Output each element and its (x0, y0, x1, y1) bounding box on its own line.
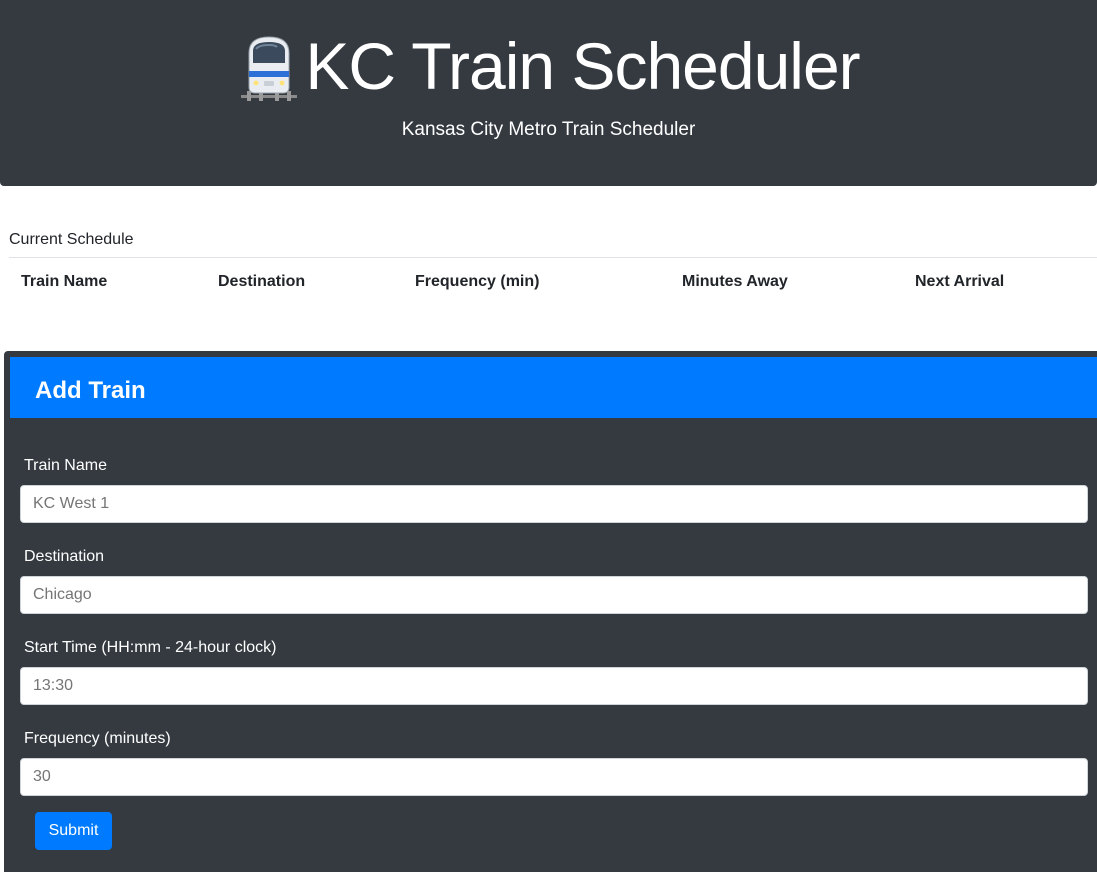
destination-input[interactable] (20, 576, 1088, 614)
column-header-minutes-away: Minutes Away (682, 273, 788, 290)
frequency-label: Frequency (minutes) (24, 730, 171, 747)
train-name-label: Train Name (24, 457, 107, 474)
page-header: KC Train Scheduler Kansas City Metro Tra… (0, 0, 1097, 186)
page-title: KC Train Scheduler (305, 29, 860, 103)
column-header-next-arrival: Next Arrival (915, 273, 1005, 290)
start-time-input[interactable] (20, 667, 1088, 705)
start-time-label: Start Time (HH:mm - 24-hour clock) (24, 639, 277, 656)
train-name-input[interactable] (20, 485, 1088, 523)
column-header-frequency: Frequency (min) (415, 273, 540, 290)
schedule-caption: Current Schedule (9, 231, 134, 248)
train-icon (241, 36, 298, 101)
schedule-divider (9, 257, 1097, 258)
add-train-card: Add Train Train Name Destination Start T… (4, 351, 1097, 872)
destination-label: Destination (24, 548, 105, 565)
column-header-train-name: Train Name (21, 273, 108, 290)
page-subtitle: Kansas City Metro Train Scheduler (401, 119, 696, 140)
submit-button[interactable]: Submit (35, 812, 112, 850)
frequency-input[interactable] (20, 758, 1088, 796)
column-header-destination: Destination (218, 273, 306, 290)
add-train-title: Add Train (35, 377, 146, 404)
add-train-header: Add Train (10, 357, 1097, 418)
title-row: KC Train Scheduler (0, 22, 1097, 110)
